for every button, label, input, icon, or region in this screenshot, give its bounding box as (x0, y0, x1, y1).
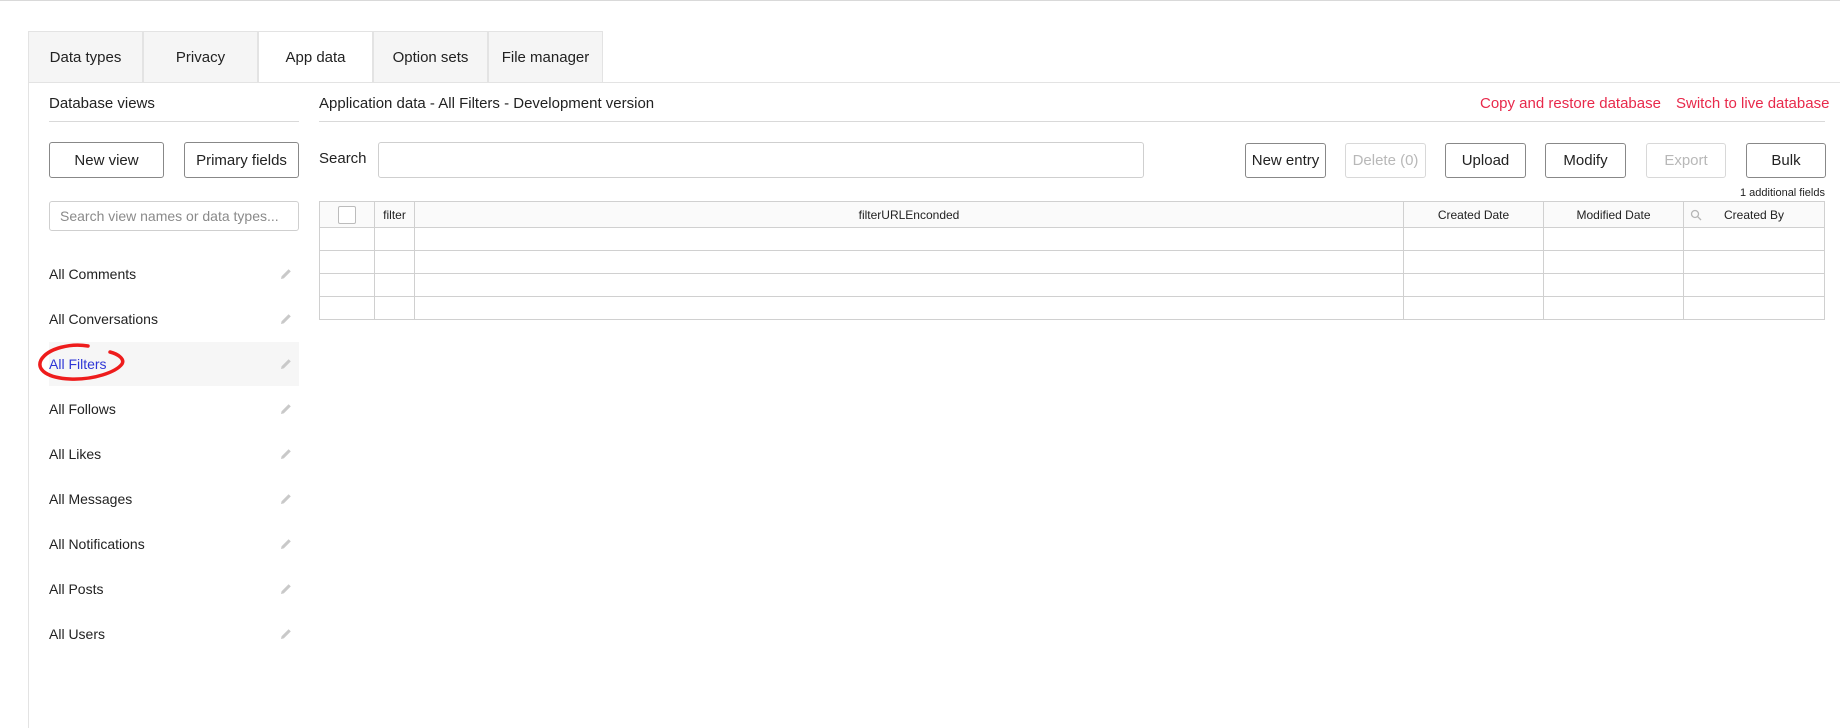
tab-file-manager[interactable]: File manager (488, 31, 603, 82)
annotation-circle (38, 343, 125, 381)
top-border (0, 0, 1840, 1)
pencil-icon[interactable] (279, 357, 293, 371)
tab-privacy[interactable]: Privacy (143, 31, 258, 82)
select-all-header (319, 201, 375, 228)
view-item-all-comments[interactable]: All Comments (49, 252, 299, 296)
table-cell (1403, 227, 1544, 251)
tab-option-sets[interactable]: Option sets (373, 31, 488, 82)
pencil-icon[interactable] (279, 492, 293, 506)
pencil-icon[interactable] (279, 312, 293, 326)
table-cell (1403, 296, 1544, 320)
column-header-label: Created By (1723, 207, 1785, 222)
view-item-label: All Notifications (49, 536, 145, 552)
table-cell (374, 296, 415, 320)
upload-button[interactable]: Upload (1445, 143, 1526, 178)
table-cell (1403, 273, 1544, 297)
export-button[interactable]: Export (1646, 143, 1726, 178)
column-header-created-date[interactable]: Created Date (1403, 201, 1544, 228)
table-cell (1543, 250, 1684, 274)
page-title: Application data - All Filters - Develop… (319, 95, 655, 112)
table-cell (1683, 273, 1825, 297)
view-item-label: All Conversations (49, 311, 158, 327)
additional-fields-note: 1 additional fields (1739, 187, 1825, 199)
pencil-icon[interactable] (279, 537, 293, 551)
switch-live-database-link[interactable]: Switch to live database (1676, 95, 1829, 112)
tab-data-types[interactable]: Data types (28, 31, 143, 82)
tab-underline (28, 82, 1840, 83)
sidebar-divider (49, 121, 299, 122)
view-item-all-users[interactable]: All Users (49, 612, 299, 656)
select-all-checkbox[interactable] (338, 205, 356, 224)
table-cell (414, 250, 1404, 274)
view-item-label: All Messages (49, 491, 133, 507)
table-cell (414, 296, 1404, 320)
new-entry-button[interactable]: New entry (1245, 143, 1326, 178)
search-icon[interactable] (1690, 209, 1702, 221)
column-header-filter[interactable]: filter (374, 201, 415, 228)
view-item-all-conversations[interactable]: All Conversations (49, 297, 299, 341)
bulk-button[interactable]: Bulk (1746, 143, 1826, 178)
table-cell (374, 227, 415, 251)
table-cell (414, 273, 1404, 297)
view-item-all-notifications[interactable]: All Notifications (49, 522, 299, 566)
table-cell (414, 227, 1404, 251)
sidebar-title: Database views (49, 95, 155, 112)
table-cell (1543, 227, 1684, 251)
table-cell (319, 227, 375, 251)
table-cell (1683, 250, 1825, 274)
table-cell (1543, 296, 1684, 320)
table-row[interactable] (319, 227, 1825, 251)
view-item-all-likes[interactable]: All Likes (49, 432, 299, 476)
view-search-input[interactable] (49, 201, 299, 231)
table-cell (1403, 250, 1544, 274)
view-item-label: All Likes (49, 446, 102, 462)
view-item-label: All Users (49, 626, 106, 642)
view-item-all-follows[interactable]: All Follows (49, 387, 299, 431)
column-header-created-by[interactable]: Created By (1683, 201, 1825, 228)
data-table: filter filterURLEnconded Created Date Mo… (319, 201, 1825, 320)
table-cell (319, 296, 375, 320)
table-cell (1543, 273, 1684, 297)
modify-button[interactable]: Modify (1545, 143, 1626, 178)
view-item-label: All Posts (49, 581, 104, 597)
tab-app-data[interactable]: App data (258, 31, 373, 83)
table-row[interactable] (319, 250, 1825, 274)
view-item-all-messages[interactable]: All Messages (49, 477, 299, 521)
table-cell (374, 273, 415, 297)
pencil-icon[interactable] (279, 267, 293, 281)
table-row[interactable] (319, 296, 1825, 320)
delete-button[interactable]: Delete (0) (1345, 143, 1426, 178)
table-cell (319, 273, 375, 297)
data-search-input[interactable] (378, 142, 1144, 178)
view-item-label: All Comments (49, 266, 137, 282)
pencil-icon[interactable] (279, 447, 293, 461)
main-divider (319, 121, 1825, 122)
table-header-row: filter filterURLEnconded Created Date Mo… (319, 201, 1825, 228)
search-label: Search (319, 150, 367, 167)
view-item-all-posts[interactable]: All Posts (49, 567, 299, 611)
column-header-modified-date[interactable]: Modified Date (1543, 201, 1684, 228)
table-cell (374, 250, 415, 274)
tab-bar: Data types Privacy App data Option sets … (28, 31, 603, 83)
view-item-label: All Follows (49, 401, 116, 417)
table-cell (1683, 296, 1825, 320)
pencil-icon[interactable] (279, 402, 293, 416)
panel-left-border (28, 82, 29, 728)
column-header-filterurlenconded[interactable]: filterURLEnconded (414, 201, 1404, 228)
table-cell (1683, 227, 1825, 251)
pencil-icon[interactable] (279, 627, 293, 641)
new-view-button[interactable]: New view (49, 142, 164, 178)
pencil-icon[interactable] (279, 582, 293, 596)
copy-restore-database-link[interactable]: Copy and restore database (1480, 95, 1661, 112)
table-row[interactable] (319, 273, 1825, 297)
table-cell (319, 250, 375, 274)
primary-fields-button[interactable]: Primary fields (184, 142, 299, 178)
